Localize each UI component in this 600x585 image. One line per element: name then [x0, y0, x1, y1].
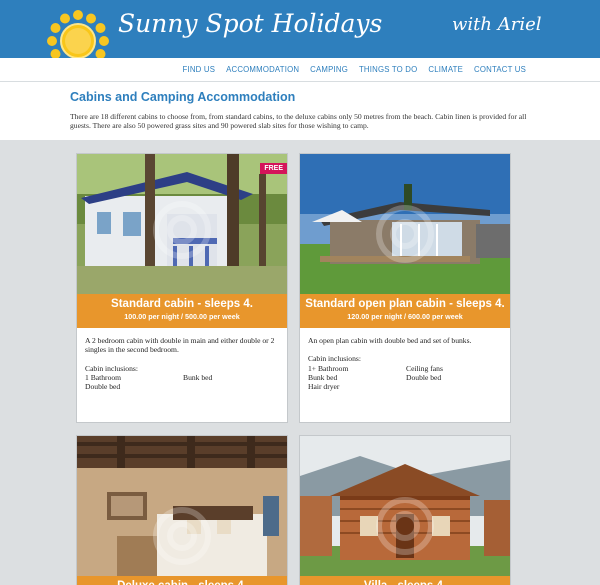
cabin-photo [77, 436, 287, 576]
inclusion-item: Hair dryer [308, 382, 340, 392]
site-header: Sunny Spot Holidays with Ariel [0, 0, 600, 72]
cabin-price: 120.00 per night / 600.00 per week [347, 312, 463, 321]
inclusions-label: Cabin inclusions: [85, 363, 138, 373]
cabin-details: An open plan cabin with double bed and s… [300, 328, 510, 391]
cabin-details: A 2 bedroom cabin with double in main an… [77, 328, 287, 391]
cabin-title-band: Villa - sleeps 4. [300, 576, 510, 585]
cabin-name[interactable]: Villa - sleeps 4. [300, 576, 510, 585]
nav-accommodation[interactable]: ACCOMMODATION [226, 65, 299, 74]
site-tagline: with Ariel [452, 14, 542, 35]
cabin-photo [300, 154, 510, 294]
intro-text: There are 18 different cabins to choose … [70, 112, 527, 131]
nav-climate[interactable]: CLIMATE [428, 65, 463, 74]
cabin-title-band: Standard cabin - sleeps 4. 100.00 per ni… [77, 294, 287, 328]
cabin-description: A 2 bedroom cabin with double in main an… [85, 336, 275, 355]
inclusion-item: Bunk bed [183, 372, 213, 382]
cabin-title-band: Deluxe cabin - sleeps 4. [77, 576, 287, 585]
inclusions-label: Cabin inclusions: [308, 354, 361, 364]
cabin-photo-image [300, 436, 510, 576]
inclusion-item: 1 Bathroom [85, 372, 122, 382]
intro-section: Cabins and Camping Accommodation There a… [0, 82, 600, 140]
site-title[interactable]: Sunny Spot Holidays [118, 9, 382, 38]
inclusion-item: Ceiling fans [406, 363, 443, 373]
cabin-photo-image [300, 154, 510, 294]
cabin-card-deluxe[interactable]: Deluxe cabin - sleeps 4. [76, 435, 288, 585]
cabin-card-villa[interactable]: Villa - sleeps 4. [299, 435, 511, 585]
inclusion-item: Bunk bed [308, 372, 338, 382]
cabin-name[interactable]: Deluxe cabin - sleeps 4. [77, 576, 287, 585]
nav-things-to-do[interactable]: THINGS TO DO [359, 65, 417, 74]
cabin-title-band: Standard open plan cabin - sleeps 4. 120… [300, 294, 510, 328]
cabin-name[interactable]: Standard cabin - sleeps 4. [77, 294, 287, 310]
free-badge: FREE [260, 163, 287, 174]
nav-contact-us[interactable]: CONTACT US [474, 65, 526, 74]
cabin-card-standard[interactable]: FREE Standard cabin - sleeps 4. 100.00 p… [76, 153, 288, 423]
cabin-name[interactable]: Standard open plan cabin - sleeps 4. [300, 294, 510, 310]
inclusion-item: 1+ Bathroom [308, 363, 349, 373]
nav-bar: FIND US ACCOMMODATION CAMPING THINGS TO … [0, 58, 600, 82]
cabin-photo: FREE [77, 154, 287, 294]
inclusion-item: Double bed [406, 372, 442, 382]
page-title: Cabins and Camping Accommodation [70, 90, 296, 104]
cabin-description: An open plan cabin with double bed and s… [308, 336, 472, 345]
cabin-card-open-plan[interactable]: Standard open plan cabin - sleeps 4. 120… [299, 153, 511, 423]
cabin-photo-image [77, 436, 287, 576]
nav-find-us[interactable]: FIND US [183, 65, 216, 74]
cabin-price: 100.00 per night / 500.00 per week [124, 312, 240, 321]
main-nav: FIND US ACCOMMODATION CAMPING THINGS TO … [183, 65, 526, 74]
cabin-photo-image [77, 154, 287, 294]
inclusions-list: 1+ Bathroom Ceiling fans Bunk bed Double… [308, 364, 502, 392]
inclusions-list: 1 Bathroom Bunk bed Double bed [85, 373, 279, 392]
nav-camping[interactable]: CAMPING [310, 65, 348, 74]
inclusion-item: Double bed [85, 382, 121, 392]
cabin-photo [300, 436, 510, 576]
